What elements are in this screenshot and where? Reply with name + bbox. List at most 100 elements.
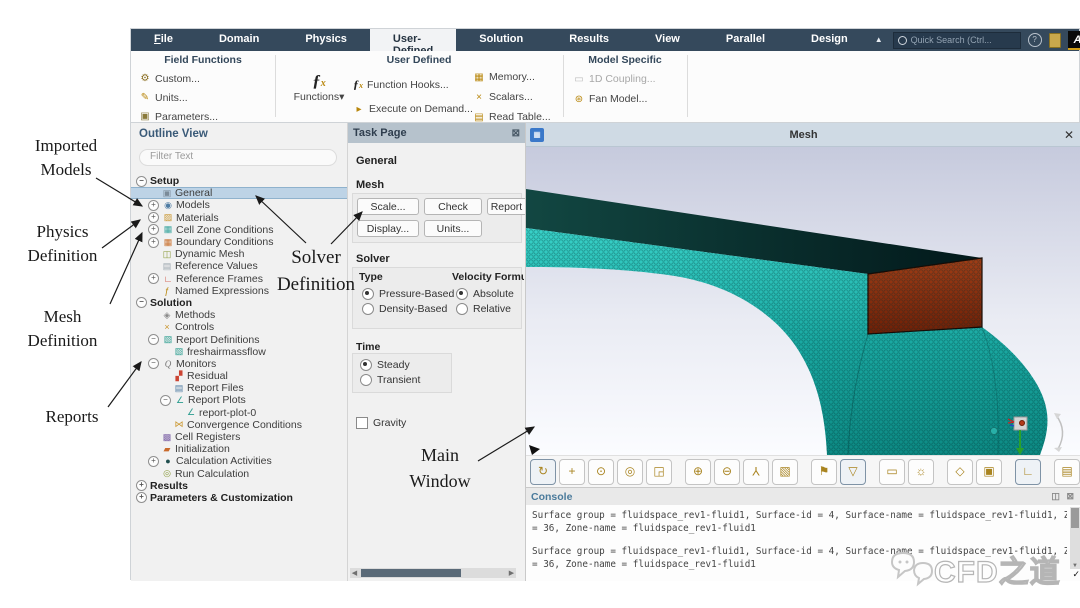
menu-tab-user-defined[interactable]: User-Defined bbox=[370, 29, 456, 51]
mesh-window-close-icon[interactable]: ✕ bbox=[1064, 128, 1074, 142]
lights-button[interactable]: ☼ bbox=[908, 459, 934, 485]
tree-item-cell-registers[interactable]: ▩Cell Registers bbox=[131, 431, 347, 443]
probe-button[interactable]: ▭ bbox=[879, 459, 905, 485]
zoom-out-button[interactable]: ⊖ bbox=[714, 459, 740, 485]
gravity-checkbox[interactable]: Gravity bbox=[356, 415, 406, 430]
ribbon-collapse-caret-icon[interactable]: ▲ bbox=[871, 29, 893, 51]
check-button[interactable]: Check bbox=[424, 198, 482, 215]
task-page-horizontal-scrollbar[interactable]: ◀ ▶ bbox=[350, 568, 516, 578]
custom-button[interactable]: ⚙Custom... bbox=[139, 69, 218, 88]
help-icon[interactable]: ? bbox=[1028, 33, 1042, 47]
rotate-button[interactable]: ↻ bbox=[530, 459, 556, 485]
expand-icon[interactable]: + bbox=[148, 200, 159, 211]
tree-item-setup[interactable]: −Setup bbox=[131, 175, 347, 187]
menu-tab-view[interactable]: View bbox=[632, 29, 703, 51]
tree-item-materials[interactable]: +▨Materials bbox=[131, 212, 347, 224]
tree-item-report-definitions[interactable]: −▧Report Definitions bbox=[131, 333, 347, 345]
tree-item-freshairmassflow[interactable]: ▧freshairmassflow bbox=[131, 346, 347, 358]
execute-on-demand-button[interactable]: ▸ Execute on Demand... bbox=[353, 103, 473, 115]
tree-item-report-plots[interactable]: −∠Report Plots bbox=[131, 394, 347, 406]
time-radio-steady[interactable]: Steady bbox=[360, 357, 420, 372]
expand-icon[interactable]: + bbox=[148, 273, 159, 284]
collapse-icon[interactable]: − bbox=[136, 297, 147, 308]
tree-item-general[interactable]: ▣General bbox=[131, 187, 347, 199]
expand-icon[interactable]: + bbox=[148, 237, 159, 248]
tree-item-controls[interactable]: ×Controls bbox=[131, 321, 347, 333]
time-radio-transient[interactable]: Transient bbox=[360, 372, 420, 387]
fit-view-button[interactable]: Y bbox=[743, 459, 769, 485]
menu-tab-results[interactable]: Results bbox=[546, 29, 632, 51]
tree-item-parameters-customization[interactable]: +Parameters & Customization bbox=[131, 492, 347, 504]
magnify-button[interactable]: ◎ bbox=[617, 459, 643, 485]
tree-item-report-files[interactable]: ▤Report Files bbox=[131, 382, 347, 394]
tree-item-label: Monitors bbox=[176, 358, 216, 370]
zoom-dolly-button[interactable]: ⊙ bbox=[588, 459, 614, 485]
menu-tab-design[interactable]: Design bbox=[788, 29, 871, 51]
scale-button[interactable]: Scale... bbox=[357, 198, 419, 215]
collapse-icon[interactable]: − bbox=[136, 176, 147, 187]
menu-tab-solution[interactable]: Solution bbox=[456, 29, 546, 51]
filter-text-input[interactable]: Filter Text bbox=[139, 149, 337, 166]
flag-button[interactable]: ⚑ bbox=[811, 459, 837, 485]
menu-tab-domain[interactable]: Domain bbox=[196, 29, 282, 51]
collapse-icon[interactable]: − bbox=[148, 334, 159, 345]
console-close-icon[interactable]: ⊠ bbox=[1066, 491, 1076, 501]
tree-item-residual[interactable]: ▞Residual bbox=[131, 370, 347, 382]
collapse-icon[interactable]: − bbox=[160, 395, 171, 406]
console-detach-icon[interactable]: ◫ bbox=[1051, 491, 1062, 501]
1d-coupling-button[interactable]: ▭1D Coupling... bbox=[573, 69, 656, 89]
expand-icon[interactable]: + bbox=[148, 212, 159, 223]
scrollbar-thumb[interactable] bbox=[1071, 508, 1079, 528]
report-doc-button[interactable]: ▤ bbox=[1054, 459, 1080, 485]
menu-tab-physics[interactable]: Physics bbox=[282, 29, 370, 51]
tree-item-cell-zone-conditions[interactable]: +▦Cell Zone Conditions bbox=[131, 224, 347, 236]
tree-item-run-calculation[interactable]: ◎Run Calculation bbox=[131, 468, 347, 480]
units-button[interactable]: Units... bbox=[424, 220, 482, 237]
function-hooks-button[interactable]: ƒx Function Hooks... bbox=[353, 77, 449, 92]
tree-item-solution[interactable]: −Solution bbox=[131, 297, 347, 309]
display-button[interactable]: Display... bbox=[357, 220, 419, 237]
notes-icon[interactable] bbox=[1049, 33, 1061, 48]
scrollbar-thumb[interactable] bbox=[361, 569, 461, 577]
scroll-left-icon[interactable]: ◀ bbox=[350, 569, 359, 577]
annotation-mesh-definition: MeshDefinition bbox=[5, 305, 120, 353]
report-quality-button[interactable]: Report Q bbox=[487, 198, 526, 215]
menu-bar: FileDomainPhysicsUser-DefinedSolutionRes… bbox=[131, 29, 1079, 51]
solver-type-radio-density-based[interactable]: Density-Based bbox=[362, 301, 454, 316]
zoom-in-button[interactable]: ⊕ bbox=[685, 459, 711, 485]
memory-button[interactable]: ▦Memory... bbox=[473, 67, 551, 87]
quick-search-input[interactable]: Quick Search (Ctrl... bbox=[893, 32, 1021, 49]
pan-button[interactable]: + bbox=[559, 459, 585, 485]
task-page-close-icon[interactable]: ⊠ bbox=[512, 128, 520, 139]
functions-dropdown-button[interactable]: ƒx Functions▾ bbox=[291, 71, 347, 103]
copy-page-button[interactable]: ▧ bbox=[772, 459, 798, 485]
tree-item-results[interactable]: +Results bbox=[131, 480, 347, 492]
zoom-box-button[interactable]: ◲ bbox=[646, 459, 672, 485]
scene-button[interactable]: ▣ bbox=[976, 459, 1002, 485]
tree-item-calculation-activities[interactable]: +●Calculation Activities bbox=[131, 455, 347, 467]
velocity-formulation-radio-absolute[interactable]: Absolute bbox=[456, 286, 514, 301]
expand-icon[interactable]: + bbox=[136, 492, 147, 503]
tree-item-monitors[interactable]: −QMonitors bbox=[131, 358, 347, 370]
menu-tab-file[interactable]: File bbox=[131, 29, 196, 51]
units-button[interactable]: ✎Units... bbox=[139, 88, 218, 107]
tree-item-methods[interactable]: ◈Methods bbox=[131, 309, 347, 321]
plot-axes-button[interactable]: ∟ bbox=[1015, 459, 1041, 485]
tree-item-initialization[interactable]: ▰Initialization bbox=[131, 443, 347, 455]
tree-item-report-plot-0[interactable]: ∠report-plot-0 bbox=[131, 407, 347, 419]
tree-item-convergence-conditions[interactable]: ⋈Convergence Conditions bbox=[131, 419, 347, 431]
scalars-button[interactable]: ×Scalars... bbox=[473, 87, 551, 107]
menu-tab-parallel[interactable]: Parallel bbox=[703, 29, 788, 51]
views-cube-button[interactable]: ◇ bbox=[947, 459, 973, 485]
expand-icon[interactable]: + bbox=[136, 480, 147, 491]
collapse-icon[interactable]: − bbox=[148, 358, 159, 369]
expand-icon[interactable]: + bbox=[148, 456, 159, 467]
scroll-right-icon[interactable]: ▶ bbox=[507, 569, 516, 577]
mesh-display-button[interactable]: ▽ bbox=[840, 459, 866, 485]
expand-icon[interactable]: + bbox=[148, 224, 159, 235]
console-scrollbar[interactable]: ▼ bbox=[1070, 507, 1080, 569]
fan-model-button[interactable]: ⊛Fan Model... bbox=[573, 89, 656, 109]
tree-item-models[interactable]: +◉Models bbox=[131, 199, 347, 211]
velocity-formulation-radio-relative[interactable]: Relative bbox=[456, 301, 514, 316]
graphics-viewport[interactable] bbox=[526, 147, 1080, 455]
